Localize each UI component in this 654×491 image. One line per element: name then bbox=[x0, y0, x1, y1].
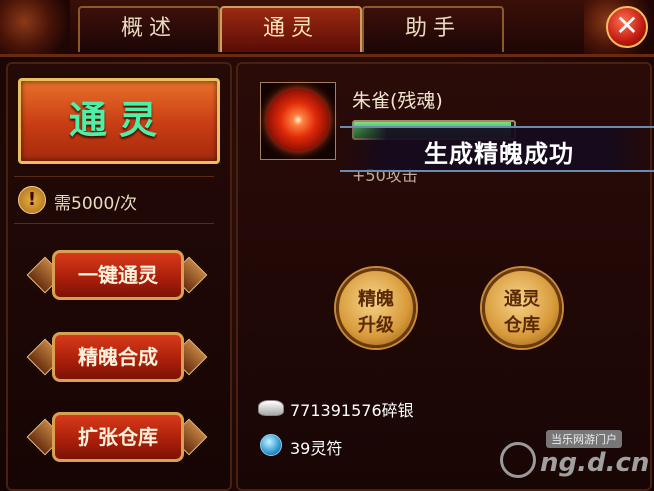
one-key-tongling-label[interactable]: 一键通灵 bbox=[52, 250, 184, 300]
cost-line: ! 需5000/次 bbox=[14, 176, 214, 224]
warning-icon: ! bbox=[18, 186, 46, 214]
toast-text: 生成精魄成功 bbox=[424, 140, 574, 168]
expand-storage-button[interactable]: 扩张仓库 bbox=[26, 410, 208, 462]
game-window: 概述 通灵 助手 ✕ 通灵 ! 需5000/次 一键通灵 精魄合成 扩张仓库 朱… bbox=[0, 0, 654, 491]
corner-ornament-left bbox=[0, 0, 70, 54]
cost-text: 需5000/次 bbox=[54, 194, 137, 214]
silver-resource: 771391576碎银 bbox=[258, 396, 458, 420]
essence-upgrade-line2: 升级 bbox=[358, 315, 394, 336]
pet-name: 朱雀(残魂) bbox=[352, 90, 443, 112]
silver-ingot-icon bbox=[258, 400, 284, 416]
tab-assistant[interactable]: 助手 bbox=[362, 6, 504, 52]
essence-merge-button[interactable]: 精魄合成 bbox=[26, 330, 208, 382]
watermark-url: ng.d.cn bbox=[540, 448, 650, 478]
essence-merge-label[interactable]: 精魄合成 bbox=[52, 332, 184, 382]
tab-tongling[interactable]: 通灵 bbox=[220, 6, 362, 52]
expand-storage-label[interactable]: 扩张仓库 bbox=[52, 412, 184, 462]
tab-bar: 概述 通灵 助手 ✕ bbox=[0, 0, 654, 57]
talisman-gem-icon bbox=[260, 434, 282, 456]
close-icon[interactable]: ✕ bbox=[606, 6, 648, 48]
tongling-storage-line1: 通灵 bbox=[504, 289, 540, 310]
essence-upgrade-button[interactable]: 精魄 升级 bbox=[336, 268, 416, 348]
toast-banner: 生成精魄成功 bbox=[340, 126, 654, 172]
one-key-tongling-button[interactable]: 一键通灵 bbox=[26, 248, 208, 300]
tab-overview[interactable]: 概述 bbox=[78, 6, 220, 52]
talisman-resource: 39灵符 bbox=[258, 434, 458, 458]
silver-amount: 771391576碎银 bbox=[290, 401, 414, 420]
watermark-logo-icon bbox=[500, 442, 536, 478]
essence-upgrade-line1: 精魄 bbox=[358, 289, 394, 310]
fire-orb-icon bbox=[267, 89, 329, 151]
watermark: 当乐网游门户 ng.d.cn bbox=[500, 428, 650, 488]
watermark-tag: 当乐网游门户 bbox=[546, 430, 622, 448]
pet-portrait[interactable] bbox=[260, 82, 336, 160]
tongling-storage-button[interactable]: 通灵 仓库 bbox=[482, 268, 562, 348]
tongling-storage-line2: 仓库 bbox=[504, 315, 540, 336]
tongling-button[interactable]: 通灵 bbox=[18, 78, 220, 164]
talisman-amount: 39灵符 bbox=[290, 439, 343, 458]
